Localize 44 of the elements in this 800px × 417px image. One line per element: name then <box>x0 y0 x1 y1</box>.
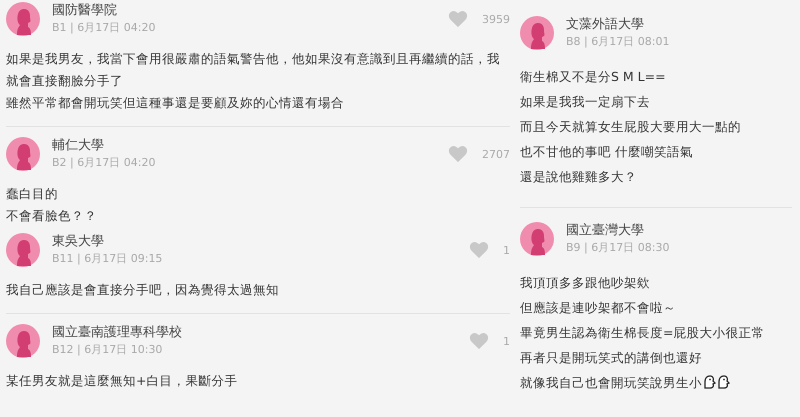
avatar <box>6 2 40 36</box>
comment-text: 也不甘他的事吧 什麼嘲笑語氣 <box>520 143 694 161</box>
chicken-icon <box>702 375 716 389</box>
chicken-icon <box>716 375 730 389</box>
avatar <box>520 222 554 256</box>
comment-text: 再者只是開玩笑式的講倒也還好 <box>520 349 703 367</box>
avatar <box>6 233 40 267</box>
comment-text: 如果是我男友，我當下會用很嚴肅的語氣警告他，他如果沒有意識到且再繼續的話，我就會直接翻臉分手了 <box>6 50 501 90</box>
heart-icon[interactable] <box>469 332 489 350</box>
like-count: 3959 <box>482 12 510 26</box>
like-count: 1 <box>503 334 510 348</box>
comment-text: 蠢白目的 <box>6 185 59 203</box>
comment-text: 雖然平常都會開玩笑但這種事還是要顧及妳的心情還有場合 <box>6 94 345 112</box>
author-name: 國防醫學院 <box>52 3 118 19</box>
comment-text: 某任男友就是這麼無知+白目，果斷分手 <box>6 372 238 390</box>
author-name: 文藻外語大學 <box>566 17 645 33</box>
heart-icon[interactable] <box>469 241 489 259</box>
avatar <box>6 324 40 358</box>
comment-text: 還是說他雞雞多大？ <box>520 168 638 186</box>
post-meta: B9 | 6月17日 08:30 <box>566 241 670 255</box>
post-meta: B8 | 6月17日 08:01 <box>566 35 670 49</box>
avatar <box>520 16 554 50</box>
comment-text: 如果是我我一定扇下去 <box>520 93 651 111</box>
author-name: 東吳大學 <box>52 234 105 250</box>
author-name: 國立臺南護理專科學校 <box>52 325 183 341</box>
comment-text: 我頂頂多多跟他吵架欸 <box>520 274 651 292</box>
comment-text: 畢竟男生認為衛生棉長度=屁股大小很正常 <box>520 324 766 342</box>
post-meta: B2 | 6月17日 04:20 <box>52 156 156 170</box>
post-meta: B11 | 6月17日 09:15 <box>52 252 164 266</box>
comment-text: 就像我自己也會開玩笑說男生小 <box>520 370 792 395</box>
post-meta: B1 | 6月17日 04:20 <box>52 21 156 35</box>
comment-text: 不會看臉色？？ <box>6 207 98 225</box>
heart-icon[interactable] <box>448 10 468 28</box>
heart-icon[interactable] <box>448 145 468 163</box>
author-name: 國立臺灣大學 <box>566 223 645 239</box>
like-count: 1 <box>503 244 510 256</box>
comment-text: 我自己應該是會直接分手吧，因為覺得太過無知 <box>6 281 280 299</box>
author-name: 輔仁大學 <box>52 138 105 154</box>
avatar <box>6 137 40 171</box>
comment-text: 但應該是連吵架都不會啦～ <box>520 299 677 317</box>
like-count: 2707 <box>482 148 510 160</box>
comment-text: 而且今天就算女生屁股大要用大一點的 <box>520 118 742 136</box>
comment-text: 衛生棉又不是分S M L== <box>520 68 667 86</box>
post-meta: B12 | 6月17日 10:30 <box>52 343 164 357</box>
